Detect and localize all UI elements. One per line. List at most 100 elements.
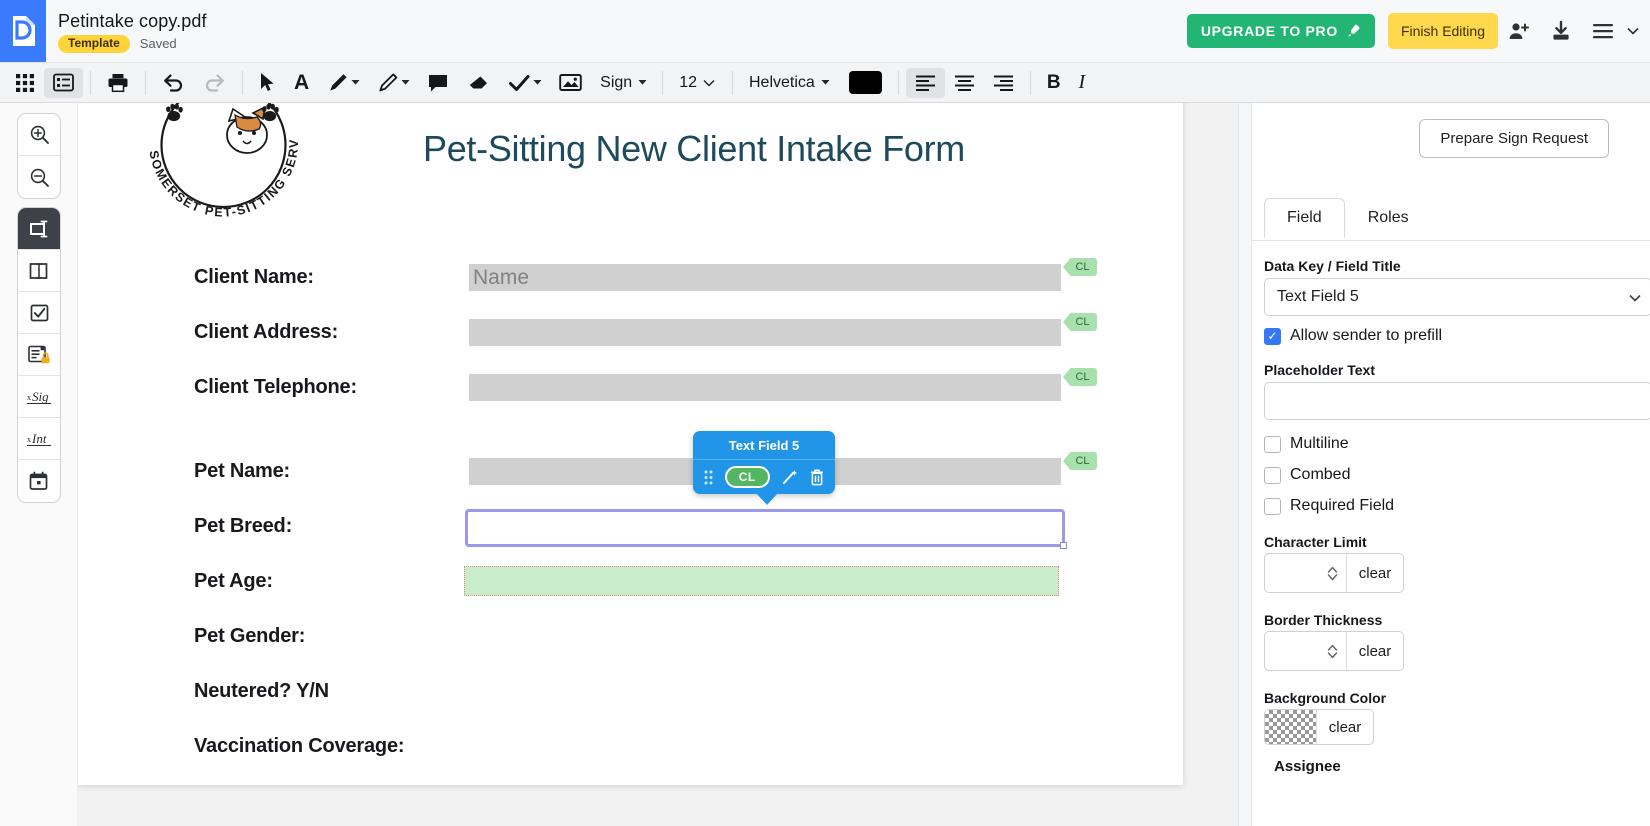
character-limit-stepper[interactable]: clear: [1264, 553, 1404, 593]
resize-handle[interactable]: [1060, 542, 1067, 549]
checkmark-tool-button[interactable]: [499, 62, 533, 103]
header-actions: UPGRADE TO PRO Finish Editing: [1187, 0, 1650, 62]
stepper-arrows-icon[interactable]: [1327, 565, 1338, 582]
app-logo[interactable]: [0, 0, 46, 62]
pen-color-dropdown[interactable]: [351, 62, 368, 103]
character-limit-input[interactable]: [1265, 554, 1347, 592]
list-view-icon: [53, 73, 74, 92]
data-key-label: Data Key / Field Title: [1264, 258, 1401, 274]
list-view-button[interactable]: [44, 68, 83, 98]
align-center-icon: [954, 74, 975, 91]
sign-tool-button[interactable]: Sign: [591, 62, 636, 103]
redo-icon: [203, 72, 226, 93]
font-size-caret[interactable]: [701, 62, 725, 103]
field-magic-button[interactable]: [781, 469, 798, 486]
grid-view-button[interactable]: [6, 62, 44, 103]
text-color-button[interactable]: [840, 62, 891, 103]
pdf-page[interactable]: SOMERSET PET-SITTING SERVICES Pet-Sittin…: [78, 103, 1183, 785]
field-pet-breed-selected[interactable]: [465, 509, 1065, 547]
text-tool-button[interactable]: A: [285, 62, 318, 103]
document-canvas[interactable]: SOMERSET PET-SITTING SERVICES Pet-Sittin…: [78, 103, 1238, 826]
field-delete-button[interactable]: [810, 469, 824, 486]
comment-button[interactable]: [418, 62, 458, 103]
menu-caret-button[interactable]: [1624, 0, 1642, 62]
allow-prefill-checkbox[interactable]: ✓: [1264, 328, 1281, 345]
undo-button[interactable]: [153, 62, 194, 103]
download-button[interactable]: [1540, 0, 1582, 62]
background-color-clear-button[interactable]: clear: [1317, 710, 1373, 744]
redo-button[interactable]: [194, 62, 235, 103]
combed-checkbox-row[interactable]: Combed: [1264, 466, 1350, 484]
multiline-checkbox-row[interactable]: Multiline: [1264, 435, 1349, 453]
highlighter-tool-button[interactable]: [368, 62, 401, 103]
sign-dropdown[interactable]: [636, 62, 655, 103]
font-family-select[interactable]: Helvetica: [740, 62, 819, 103]
checkmark-dropdown[interactable]: [533, 62, 550, 103]
signature-field-tool-button[interactable]: x Sig: [18, 376, 60, 418]
zoom-out-button[interactable]: [18, 156, 60, 198]
tab-roles[interactable]: Roles: [1345, 198, 1432, 238]
text-field-tool-button[interactable]: [18, 208, 60, 250]
pen-tool-button[interactable]: [318, 62, 351, 103]
field-drag-handle[interactable]: [704, 470, 713, 485]
toolbar-divider: [90, 71, 91, 95]
tab-field[interactable]: Field: [1264, 198, 1345, 238]
print-button[interactable]: [98, 62, 138, 103]
font-size-select[interactable]: 12: [670, 62, 701, 103]
cursor-select-button[interactable]: [250, 62, 285, 103]
text-box-tool-button[interactable]: [18, 250, 60, 292]
field-role-badge[interactable]: CL: [725, 466, 770, 488]
field-client-telephone[interactable]: [469, 374, 1061, 401]
field-popup-title: Text Field 5: [693, 435, 835, 460]
bold-button[interactable]: B: [1038, 62, 1070, 103]
field-tag-client-name[interactable]: CL: [1063, 258, 1097, 276]
eraser-button[interactable]: [458, 62, 499, 103]
border-thickness-stepper[interactable]: clear: [1264, 631, 1404, 671]
font-family-caret[interactable]: [819, 62, 840, 103]
finish-editing-button[interactable]: Finish Editing: [1388, 13, 1498, 49]
placeholder-text-input[interactable]: [1264, 382, 1650, 420]
label-pet-gender: Pet Gender:: [194, 625, 305, 648]
locked-field-tool-button[interactable]: [18, 334, 60, 376]
align-left-button[interactable]: [906, 68, 945, 98]
align-right-button[interactable]: [984, 62, 1023, 103]
required-field-checkbox[interactable]: [1264, 498, 1281, 515]
initials-field-tool-button[interactable]: x Int: [18, 418, 60, 460]
multiline-checkbox[interactable]: [1264, 436, 1281, 453]
date-field-tool-button[interactable]: [18, 460, 60, 502]
zoom-in-button[interactable]: [18, 114, 60, 156]
field-pet-age[interactable]: [464, 566, 1059, 596]
label-pet-breed: Pet Breed:: [194, 515, 292, 538]
border-thickness-input[interactable]: [1265, 632, 1347, 670]
zoom-control-group: [17, 113, 61, 199]
character-limit-clear-button[interactable]: clear: [1347, 554, 1403, 592]
combed-checkbox[interactable]: [1264, 467, 1281, 484]
field-popup-toolbar[interactable]: Text Field 5 CL: [693, 431, 835, 494]
data-key-input[interactable]: Text Field 5: [1264, 278, 1650, 316]
upgrade-to-pro-button[interactable]: UPGRADE TO PRO: [1187, 14, 1375, 48]
border-thickness-clear-button[interactable]: clear: [1347, 632, 1403, 670]
chevron-down-icon[interactable]: [1629, 294, 1641, 302]
field-client-name[interactable]: Name: [469, 264, 1061, 291]
stepper-arrows-icon[interactable]: [1327, 643, 1338, 660]
field-tag-pet-name[interactable]: CL: [1063, 452, 1097, 470]
panel-body: Prepare Sign Request Field Roles Data Ke…: [1251, 103, 1650, 826]
align-center-button[interactable]: [945, 62, 984, 103]
image-tool-button[interactable]: [550, 62, 591, 103]
italic-button[interactable]: I: [1070, 62, 1095, 103]
field-tag-client-address[interactable]: CL: [1063, 313, 1097, 331]
required-field-checkbox-row[interactable]: Required Field: [1264, 497, 1394, 515]
highlighter-color-dropdown[interactable]: [401, 62, 418, 103]
background-color-swatch[interactable]: [1265, 710, 1317, 744]
add-user-button[interactable]: [1498, 0, 1540, 62]
allow-prefill-label: Allow sender to prefill: [1290, 327, 1442, 345]
field-client-address[interactable]: [469, 319, 1061, 346]
background-color-control[interactable]: clear: [1264, 709, 1374, 745]
text-color-swatch: [849, 71, 882, 94]
allow-prefill-checkbox-row[interactable]: ✓ Allow sender to prefill: [1264, 327, 1442, 345]
main-menu-button[interactable]: [1582, 0, 1624, 62]
field-tag-client-telephone[interactable]: CL: [1063, 368, 1097, 386]
checkbox-field-tool-button[interactable]: [18, 292, 60, 334]
character-limit-label: Character Limit: [1264, 534, 1367, 550]
prepare-sign-request-button[interactable]: Prepare Sign Request: [1419, 119, 1609, 158]
